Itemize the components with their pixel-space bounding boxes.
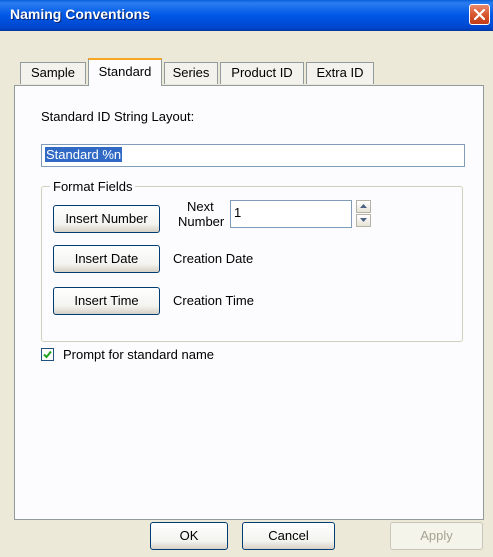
tab-standard[interactable]: Standard	[88, 58, 162, 86]
layout-input[interactable]: Standard %n	[41, 144, 465, 167]
format-fields-group: Format Fields Insert Number Next Number …	[41, 179, 463, 342]
insert-time-button[interactable]: Insert Time	[53, 287, 160, 315]
ok-button[interactable]: OK	[150, 522, 228, 550]
title-bar: Naming Conventions	[0, 0, 493, 31]
next-number-input[interactable]: 1	[230, 200, 352, 228]
prompt-standard-name-label: Prompt for standard name	[63, 347, 215, 362]
apply-button[interactable]: Apply	[390, 522, 483, 550]
tab-label: Product ID	[231, 65, 293, 80]
tab-label: Extra ID	[316, 65, 364, 80]
cancel-button[interactable]: Cancel	[242, 522, 335, 550]
spin-up-icon	[360, 204, 367, 208]
spin-down-icon	[360, 218, 367, 222]
insert-number-button[interactable]: Insert Number	[53, 205, 160, 233]
tab-label: Series	[172, 65, 210, 80]
creation-time-label: Creation Time	[173, 293, 254, 308]
layout-label: Standard ID String Layout:	[41, 109, 195, 124]
format-fields-title: Format Fields	[50, 179, 136, 194]
close-button[interactable]	[469, 4, 490, 25]
tab-product-id[interactable]: Product ID	[220, 62, 304, 84]
tab-series[interactable]: Series	[164, 62, 218, 84]
tab-sample[interactable]: Sample	[20, 62, 86, 84]
standard-tab-panel: Standard ID String Layout: Standard %n F…	[14, 85, 484, 520]
next-number-label-line2: Number	[178, 214, 225, 229]
creation-date-label: Creation Date	[173, 251, 254, 266]
spin-down-button[interactable]	[356, 214, 371, 227]
next-number-label-line1: Next	[187, 199, 214, 214]
insert-date-button[interactable]: Insert Date	[53, 245, 160, 273]
layout-input-value: Standard %n	[45, 147, 123, 162]
spin-up-button[interactable]	[356, 200, 371, 213]
window-title: Naming Conventions	[10, 6, 151, 22]
tab-label: Standard	[98, 64, 152, 79]
checkmark-icon	[43, 350, 52, 359]
tab-label: Sample	[30, 65, 76, 80]
close-icon	[474, 9, 485, 20]
tab-extra-id[interactable]: Extra ID	[306, 62, 374, 84]
prompt-standard-name-checkbox[interactable]	[41, 348, 54, 361]
